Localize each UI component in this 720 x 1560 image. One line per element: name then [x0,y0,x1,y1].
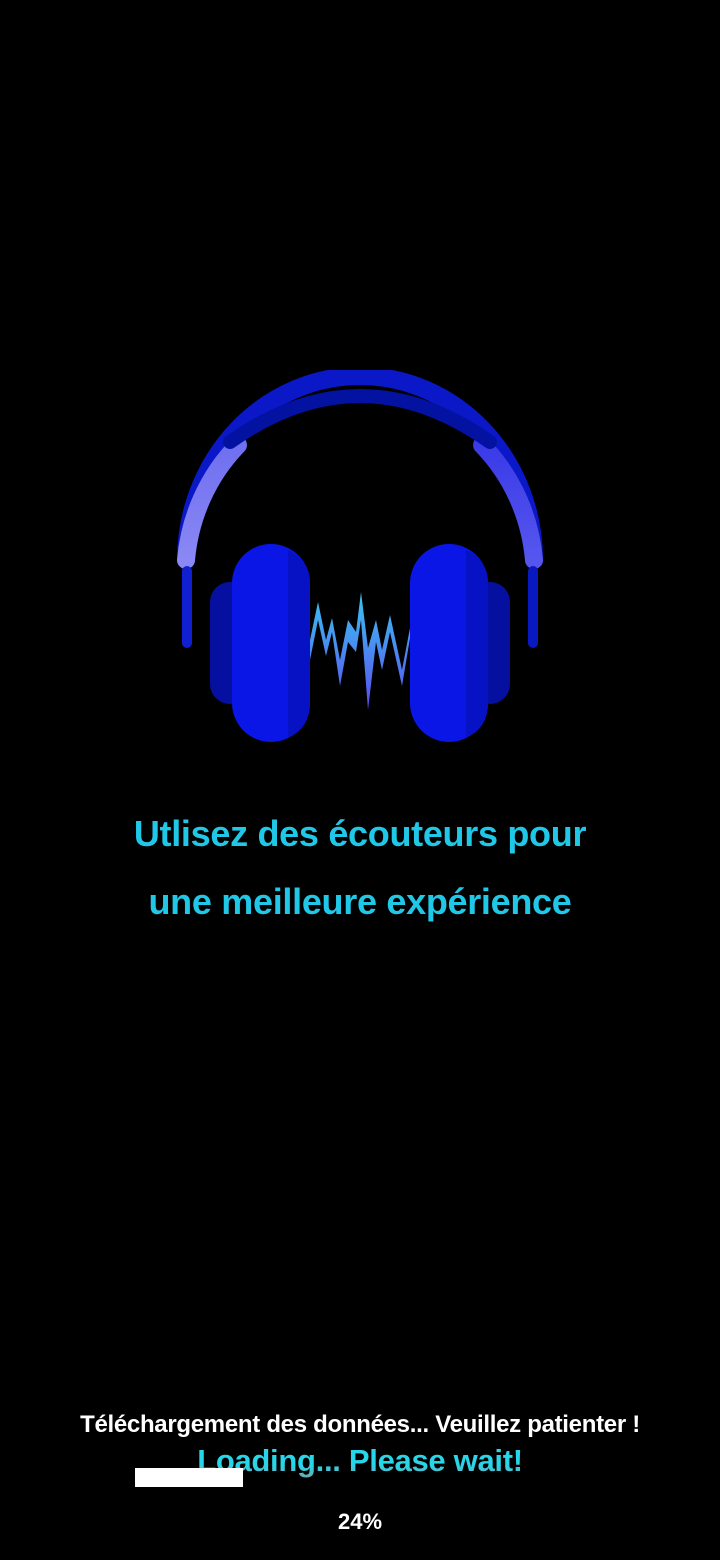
tagline-line-1: Utlisez des écouteurs pour [133,813,587,854]
loading-percent-label: 24% [337,1509,383,1534]
loading-progress-fill [135,1468,243,1487]
headphones-soundwave-icon [177,370,543,742]
loading-message-french: Téléchargement des données... Veuillez p… [80,1411,640,1438]
loading-progress-bar [135,1468,585,1487]
headphones-tagline: Utlisez des écouteurs pour une meilleure… [0,800,720,936]
tagline-line-2: une meilleure expérience [148,881,572,922]
splash-screen: Utlisez des écouteurs pour une meilleure… [0,0,720,1560]
